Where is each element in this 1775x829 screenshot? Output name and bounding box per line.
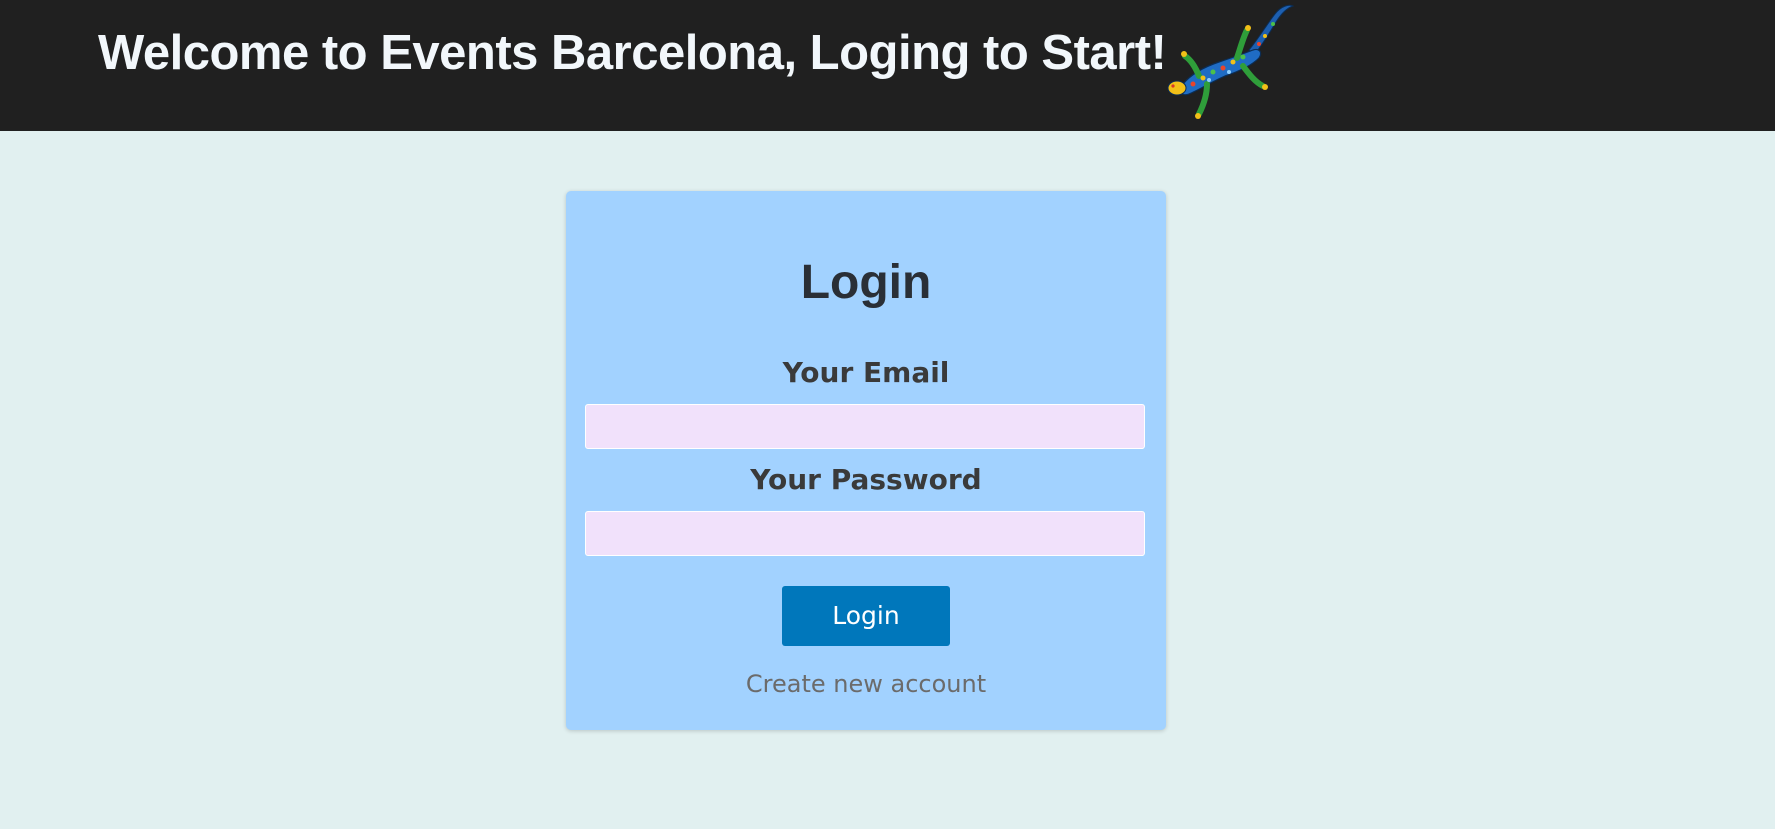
email-field[interactable] bbox=[585, 404, 1145, 449]
login-button[interactable]: Login bbox=[782, 586, 950, 646]
header-bar: Welcome to Events Barcelona, Loging to S… bbox=[0, 0, 1775, 131]
password-label: Your Password bbox=[750, 463, 982, 496]
gecko-mosaic-icon bbox=[1167, 4, 1295, 119]
login-title: Login bbox=[800, 256, 932, 309]
page-title: Welcome to Events Barcelona, Loging to S… bbox=[98, 26, 1167, 80]
email-label: Your Email bbox=[782, 356, 950, 389]
password-field[interactable] bbox=[585, 511, 1145, 556]
login-card: Login Your Email Your Password Login Cre… bbox=[566, 191, 1166, 730]
create-account-link[interactable]: Create new account bbox=[566, 668, 1166, 700]
